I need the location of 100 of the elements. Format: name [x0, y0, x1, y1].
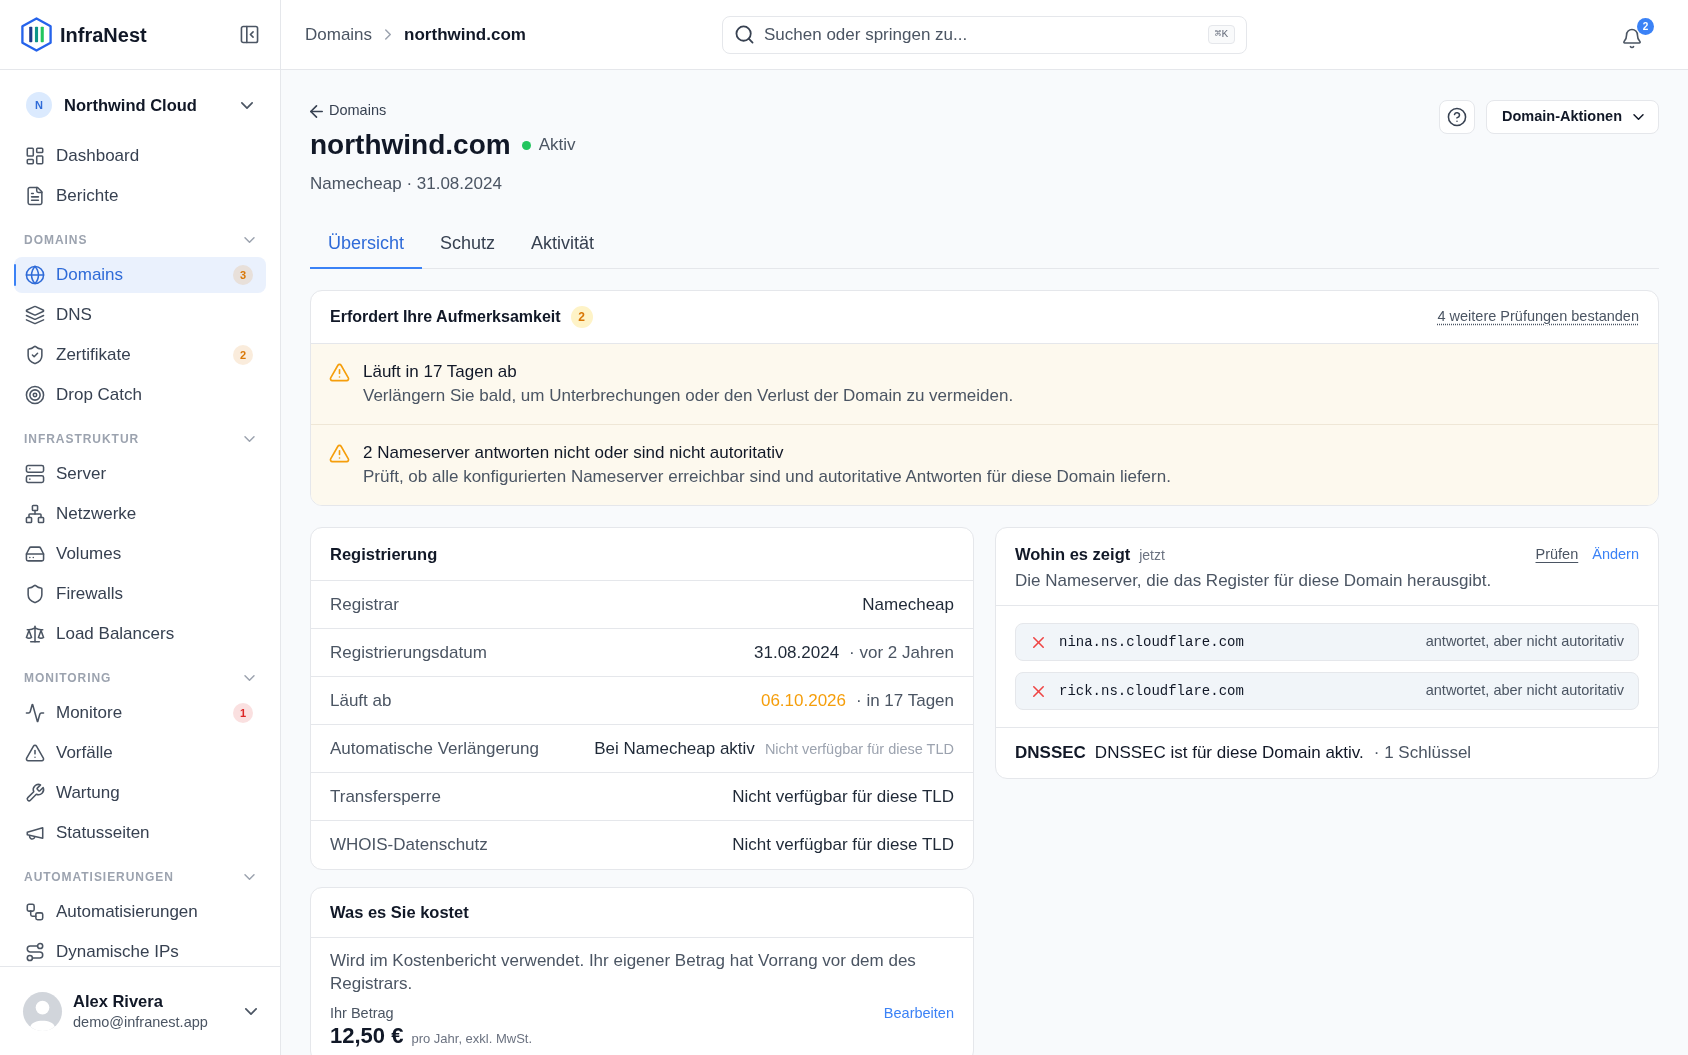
panel-title: Wohin es zeigt: [1015, 544, 1131, 565]
user-email: demo@infranest.app: [73, 1013, 208, 1032]
nav-item[interactable]: Zertifikate 2: [14, 337, 266, 373]
panel-description: Die Nameserver, die das Register für diese Domain herausgibt.: [1015, 570, 1493, 592]
route-icon: [26, 943, 44, 961]
logo-icon: [19, 17, 54, 52]
dnssec-label: DNSSEC: [1015, 742, 1086, 765]
count-badge: 2: [570, 306, 593, 328]
nav-item[interactable]: Netzwerke: [14, 496, 266, 532]
help-button[interactable]: [1438, 100, 1475, 134]
warning-icon: [330, 444, 349, 463]
bell-icon: [1623, 29, 1641, 48]
workspace-avatar: N: [26, 92, 52, 118]
cost-description: Wird im Kostenbericht verwendet. Ihr eigener Betrag hat Vorrang vor dem des Registrars.: [330, 950, 917, 995]
updated-time: jetzt: [1139, 546, 1165, 565]
nameserver-status: antwortet, aber nicht autoritativ: [1425, 681, 1624, 701]
network-icon: [26, 505, 44, 523]
nav-item[interactable]: DNS: [14, 297, 266, 333]
action-link[interactable]: Prüfen: [1535, 542, 1579, 566]
alert-title: 2 Nameserver antworten nicht oder sind nicht autoritativ: [363, 442, 784, 464]
wrench-icon: [26, 784, 44, 802]
page-subtitle: Namecheap · 31.08.2024: [310, 173, 502, 195]
panel-title: Registrierung: [330, 543, 438, 565]
nav-item[interactable]: Automatisierungen: [14, 894, 266, 930]
tab[interactable]: Übersicht: [310, 221, 423, 269]
nav-item[interactable]: Statusseiten: [14, 815, 266, 851]
amount-value: 12,50 €: [330, 1023, 404, 1049]
dashboard-grid-icon: [26, 147, 44, 165]
scale-icon: [26, 625, 44, 643]
target-icon: [26, 386, 44, 404]
tab[interactable]: Aktivität: [513, 221, 613, 269]
warning-triangle-icon: [26, 744, 44, 762]
field-label: Registrierungsdatum: [330, 641, 487, 664]
field-value: 31.08.2024: [754, 641, 840, 664]
chevron-down-icon: [241, 101, 253, 109]
domain-actions-button[interactable]: Domain-Aktionen: [1485, 100, 1659, 134]
nav-item[interactable]: Berichte: [14, 178, 266, 214]
nav-item[interactable]: Vorfälle: [14, 735, 266, 771]
count-badge: 3: [233, 265, 253, 285]
nav-item[interactable]: Server: [14, 456, 266, 492]
field-label: Registrar: [330, 593, 399, 616]
edit-link[interactable]: Bearbeiten: [883, 1003, 954, 1023]
warning-icon: [330, 363, 349, 382]
field-value: Nicht verfügbar für diese TLD: [732, 785, 954, 808]
collapse-sidebar-button[interactable]: [239, 24, 260, 45]
nav-item[interactable]: Volumes: [14, 536, 266, 572]
hard-drive-icon: [26, 545, 44, 563]
nav-item[interactable]: Dynamische IPs: [14, 934, 266, 966]
sidebar-collapse-icon: [241, 26, 258, 43]
nameserver-host: rick.ns.cloudflare.com: [1059, 681, 1244, 701]
avatar-silhouette-icon: [23, 991, 62, 1031]
chevron-right-icon: [385, 29, 392, 40]
megaphone-icon: [26, 824, 44, 842]
panel-title: Was es Sie kostet: [330, 902, 469, 924]
field-value: Nicht verfügbar für diese TLD: [732, 834, 954, 857]
breadcrumb-link[interactable]: Domains: [305, 21, 373, 48]
field-note: · vor 2 Jahren: [849, 641, 954, 664]
tab[interactable]: Schutz: [422, 221, 514, 269]
server-icon: [26, 465, 44, 483]
breadcrumb-current: northwind.com: [404, 23, 526, 46]
back-link[interactable]: Domains: [310, 101, 387, 121]
notification-count-badge: 2: [1637, 18, 1654, 35]
chevron-down-icon: [1633, 114, 1644, 120]
nameserver-status: antwortet, aber nicht autoritativ: [1425, 632, 1624, 652]
nav-item[interactable]: Firewalls: [14, 576, 266, 612]
shortcut-key: ⌘K: [1207, 25, 1235, 44]
nav-item[interactable]: Monitore 1: [14, 695, 266, 731]
document-icon: [26, 187, 44, 205]
field-label: Automatische Verlängerung: [330, 737, 539, 760]
field-label: WHOIS-Datenschutz: [330, 834, 488, 857]
field-note: · in 17 Tagen: [856, 689, 954, 712]
field-value: 06.10.2026: [760, 689, 846, 712]
nameserver-host: nina.ns.cloudflare.com: [1059, 632, 1244, 652]
panel-title: Erfordert Ihre Aufmerksamkeit: [330, 307, 561, 327]
globe-icon: [26, 266, 44, 284]
status-label: Aktiv: [538, 134, 576, 157]
amount-note: pro Jahr, exkl. MwSt.: [411, 1030, 533, 1048]
notifications-button[interactable]: 2: [1623, 18, 1654, 49]
dnssec-status: DNSSEC ist für diese Domain aktiv.: [1094, 742, 1364, 765]
alert-description: Prüft, ob alle konfigurierten Nameserver erreichbar sind und autoritative Antworten für diese Domain liefern.: [363, 466, 1171, 488]
search-icon: [736, 26, 753, 43]
alert-title: Läuft in 17 Tagen ab: [363, 361, 517, 383]
action-link[interactable]: Ändern: [1592, 542, 1639, 566]
workspace-switcher[interactable]: N Northwind Cloud: [14, 84, 266, 126]
nav-item[interactable]: Load Balancers: [14, 616, 266, 652]
nav-item[interactable]: Wartung: [14, 775, 266, 811]
shield-check-icon: [26, 346, 44, 364]
count-badge: 1: [233, 703, 253, 723]
nav-item[interactable]: Drop Catch: [14, 377, 266, 413]
nav-item[interactable]: Domains 3: [14, 257, 266, 293]
page-title: northwind.com: [310, 128, 511, 162]
passed-checks-link[interactable]: 4 weitere Prüfungen bestanden: [1437, 306, 1639, 328]
app-name: InfraNest: [60, 22, 147, 48]
chevron-down-icon: [245, 1007, 257, 1015]
user-name: Alex Rivera: [73, 991, 164, 1012]
dnssec-note: · 1 Schlüssel: [1373, 742, 1472, 765]
pulse-icon: [26, 704, 44, 722]
nav-item[interactable]: Dashboard: [14, 138, 266, 174]
help-icon: [1447, 108, 1466, 126]
field-value: Namecheap: [862, 593, 954, 616]
